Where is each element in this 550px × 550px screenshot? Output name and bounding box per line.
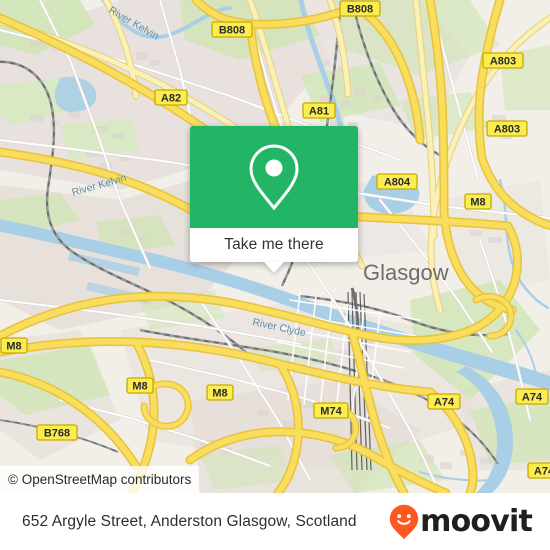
callout-image-panel xyxy=(190,126,358,228)
road-shield: A82 xyxy=(154,89,188,106)
moovit-brand: moovit xyxy=(389,503,533,540)
callout-pointer-tail xyxy=(264,262,284,273)
svg-text:A74: A74 xyxy=(522,392,543,404)
location-pin-icon xyxy=(249,144,299,211)
road-shield: M8 xyxy=(206,384,234,401)
svg-text:B768: B768 xyxy=(44,428,70,440)
svg-text:A74: A74 xyxy=(534,466,550,478)
road-shield: A74 xyxy=(515,388,549,405)
svg-text:A81: A81 xyxy=(309,106,329,118)
callout-action-bar[interactable]: Take me there xyxy=(190,228,358,273)
svg-text:M8: M8 xyxy=(470,197,485,209)
city-label: Glasgow xyxy=(363,260,449,285)
road-shield: A803 xyxy=(486,120,528,137)
road-shield: A804 xyxy=(376,173,418,190)
bottom-info-bar: 652 Argyle Street, Anderston Glasgow, Sc… xyxy=(0,493,550,550)
svg-text:M8: M8 xyxy=(6,341,21,353)
svg-text:A804: A804 xyxy=(384,177,411,189)
moovit-map-screen: .land { fill:#f2efe9; } .urban { fill:#e… xyxy=(0,0,550,550)
moovit-wordmark: moovit xyxy=(420,503,533,539)
road-shield: M8 xyxy=(0,337,28,354)
road-shield: M8 xyxy=(126,377,154,394)
svg-text:B808: B808 xyxy=(347,4,373,16)
road-shield: B808 xyxy=(339,0,381,17)
svg-text:B808: B808 xyxy=(219,25,245,37)
road-shield: A81 xyxy=(302,102,336,119)
svg-text:M74: M74 xyxy=(320,406,342,418)
road-shield: B768 xyxy=(36,424,78,441)
svg-text:A803: A803 xyxy=(490,56,516,68)
address-label: 652 Argyle Street, Anderston Glasgow, Sc… xyxy=(22,512,357,530)
svg-text:A82: A82 xyxy=(161,93,181,105)
map-attribution[interactable]: © OpenStreetMap contributors xyxy=(0,466,200,493)
road-shield: A74 xyxy=(527,462,550,479)
svg-text:M8: M8 xyxy=(212,388,227,400)
take-me-there-label: Take me there xyxy=(224,236,324,253)
svg-text:A74: A74 xyxy=(434,397,455,409)
road-shield: M74 xyxy=(313,402,349,419)
road-shield: M8 xyxy=(464,193,492,210)
road-shield: A74 xyxy=(427,393,461,410)
attribution-text: © OpenStreetMap contributors xyxy=(8,472,192,487)
destination-callout[interactable]: Take me there xyxy=(190,126,358,273)
svg-text:M8: M8 xyxy=(132,381,147,393)
svg-text:A803: A803 xyxy=(494,124,520,136)
moovit-smiley-pin-icon xyxy=(389,504,419,539)
road-shield: A803 xyxy=(482,52,524,69)
road-shield: B808 xyxy=(211,21,253,38)
